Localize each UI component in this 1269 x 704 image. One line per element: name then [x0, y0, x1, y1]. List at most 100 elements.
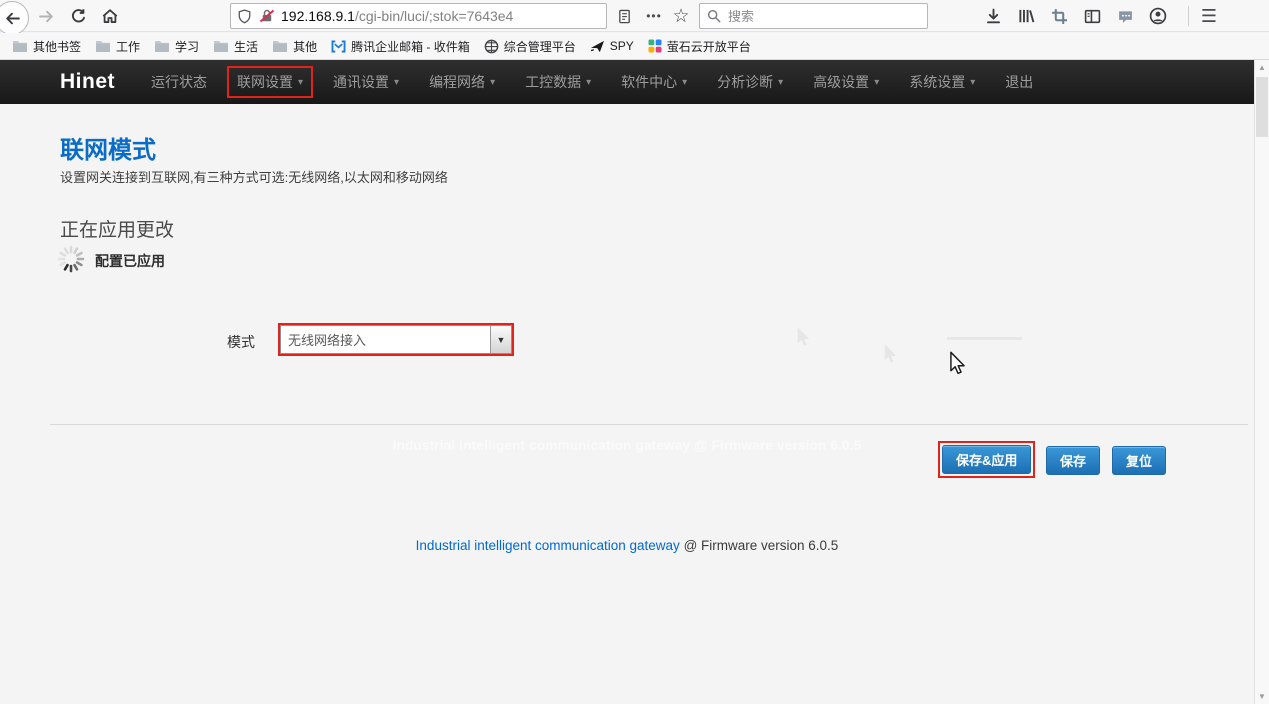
- bookmarks-bar: 其他书签 工作 学习 生活 其他 腾讯企业邮箱 - 收件箱 综合管理平台 SPY…: [0, 33, 1269, 60]
- color-grid-icon: [648, 39, 662, 53]
- bookmark-star-button[interactable]: ☆: [668, 3, 694, 29]
- folder-icon: [272, 40, 288, 53]
- reset-button[interactable]: 复位: [1112, 446, 1166, 475]
- loading-spinner-icon: [57, 245, 85, 273]
- forward-icon: [38, 8, 55, 25]
- nav-item-comm-settings[interactable]: 通讯设置 ▾: [323, 66, 409, 98]
- reader-mode-icon: [617, 9, 632, 24]
- apply-status-text: 配置已应用: [95, 251, 165, 271]
- menu-button[interactable]: ☰: [1196, 3, 1222, 29]
- bookmark-folder-life[interactable]: 生活: [206, 35, 265, 58]
- caret-down-icon: ▾: [970, 77, 975, 88]
- search-icon: [707, 9, 721, 23]
- page-actions-button[interactable]: •••: [641, 3, 667, 29]
- nav-item-advanced-settings[interactable]: 高级设置 ▾: [803, 66, 889, 98]
- search-input[interactable]: [728, 9, 920, 24]
- back-button[interactable]: [0, 2, 28, 30]
- url-host: 192.168.9.1: [281, 8, 355, 24]
- applying-changes-heading: 正在应用更改: [60, 215, 174, 242]
- select-dropdown-arrow-icon[interactable]: ▼: [490, 326, 511, 353]
- dart-icon: [590, 40, 605, 53]
- scrollbar-down-arrow[interactable]: ▼: [1255, 689, 1269, 704]
- nav-item-software-center[interactable]: 软件中心 ▾: [611, 66, 697, 98]
- caret-down-icon: ▾: [874, 77, 879, 88]
- globe-icon: [484, 39, 499, 54]
- save-button[interactable]: 保存: [1046, 446, 1100, 475]
- reader-mode-button[interactable]: [611, 3, 637, 29]
- scrollbar-thumb[interactable]: [1256, 77, 1268, 137]
- bookmark-folder-work[interactable]: 工作: [88, 35, 147, 58]
- page-title: 联网模式: [60, 130, 156, 165]
- reload-button[interactable]: [64, 2, 92, 30]
- mouse-cursor: [948, 351, 967, 376]
- page-subtitle: 设置网关连接到互联网,有三种方式可选:无线网络,以太网和移动网络: [60, 167, 448, 186]
- home-button[interactable]: [96, 2, 124, 30]
- star-icon: ☆: [672, 7, 689, 26]
- site-navbar: Hinet 运行状态 联网设置 ▾ 通讯设置 ▾ 编程网络 ▾ 工控数据 ▾ 软…: [0, 60, 1254, 104]
- screenshot-button[interactable]: [1046, 3, 1072, 29]
- library-button[interactable]: [1013, 3, 1039, 29]
- url-fade: [566, 8, 600, 24]
- bookmark-tencent-exmail[interactable]: 腾讯企业邮箱 - 收件箱: [324, 35, 477, 58]
- annotation-box-mode-select: 无线网络接入 ▼: [278, 323, 514, 356]
- folder-icon: [213, 40, 229, 53]
- reload-icon: [70, 8, 87, 25]
- ghost-cursor-artifact: [882, 343, 899, 365]
- page-footer: Industrial intelligent communication gat…: [0, 538, 1254, 553]
- search-bar[interactable]: [699, 3, 928, 29]
- vertical-scrollbar[interactable]: ▲ ▼: [1254, 60, 1269, 704]
- url-bar[interactable]: 192.168.9.1/cgi-bin/luci/;stok=7643e4: [230, 3, 607, 29]
- bookmark-mgmt-platform[interactable]: 综合管理平台: [477, 35, 583, 58]
- sidebar-icon: [1084, 8, 1101, 25]
- tracking-shield-icon[interactable]: [237, 9, 252, 24]
- bookmark-folder-other-bookmarks[interactable]: 其他书签: [5, 35, 88, 58]
- messages-button[interactable]: [1112, 3, 1138, 29]
- crop-icon: [1051, 8, 1068, 25]
- bookmark-spy[interactable]: SPY: [583, 36, 641, 56]
- scrollbar-up-arrow[interactable]: ▲: [1255, 60, 1269, 75]
- footer-gateway-link[interactable]: Industrial intelligent communication gat…: [416, 538, 680, 553]
- caret-down-icon: ▾: [298, 77, 303, 88]
- ghost-artifact-line: [947, 337, 1022, 340]
- section-divider: [50, 424, 1248, 425]
- forward-button[interactable]: [32, 2, 60, 30]
- insecure-lock-icon[interactable]: [259, 8, 275, 24]
- folder-icon: [95, 40, 111, 53]
- ghost-cursor-artifact: [795, 326, 812, 348]
- caret-down-icon: ▾: [490, 77, 495, 88]
- downloads-button[interactable]: [980, 3, 1006, 29]
- caret-down-icon: ▾: [682, 77, 687, 88]
- nav-item-programming-network[interactable]: 编程网络 ▾: [419, 66, 505, 98]
- hamburger-menu-icon: ☰: [1201, 7, 1217, 25]
- brand-logo[interactable]: Hinet: [60, 70, 115, 94]
- nav-item-analysis-diagnosis[interactable]: 分析诊断 ▾: [707, 66, 793, 98]
- bookmark-folder-misc[interactable]: 其他: [265, 35, 324, 58]
- mode-field-label: 模式: [227, 332, 255, 352]
- nav-item-network-settings[interactable]: 联网设置 ▾: [227, 66, 313, 98]
- url-path: /cgi-bin/luci/;stok=7643e4: [355, 8, 513, 24]
- annotation-box-save-apply: 保存&应用: [938, 441, 1035, 478]
- back-icon: [0, 1, 29, 35]
- sidebar-button[interactable]: [1079, 3, 1105, 29]
- account-button[interactable]: [1145, 3, 1171, 29]
- browser-toolbar: 192.168.9.1/cgi-bin/luci/;stok=7643e4 ••…: [0, 0, 1269, 32]
- bookmark-ezviz-open-platform[interactable]: 萤石云开放平台: [641, 35, 758, 58]
- mode-select-value: 无线网络接入: [281, 330, 490, 349]
- bookmark-folder-study[interactable]: 学习: [147, 35, 206, 58]
- account-icon: [1149, 7, 1167, 25]
- caret-down-icon: ▾: [394, 77, 399, 88]
- mode-select[interactable]: 无线网络接入 ▼: [280, 325, 512, 354]
- caret-down-icon: ▾: [778, 77, 783, 88]
- nav-item-industrial-data[interactable]: 工控数据 ▾: [515, 66, 601, 98]
- save-apply-button[interactable]: 保存&应用: [942, 445, 1031, 474]
- more-icon: •••: [646, 10, 662, 22]
- mail-icon: [331, 40, 346, 53]
- footer-firmware-text: @ Firmware version 6.0.5: [680, 538, 839, 553]
- nav-item-system-settings[interactable]: 系统设置 ▾: [899, 66, 985, 98]
- home-icon: [101, 7, 119, 25]
- url-text: 192.168.9.1/cgi-bin/luci/;stok=7643e4: [281, 8, 600, 24]
- nav-item-logout[interactable]: 退出: [995, 66, 1043, 98]
- library-icon: [1017, 7, 1035, 25]
- caret-down-icon: ▾: [586, 77, 591, 88]
- nav-item-run-status[interactable]: 运行状态: [141, 66, 217, 98]
